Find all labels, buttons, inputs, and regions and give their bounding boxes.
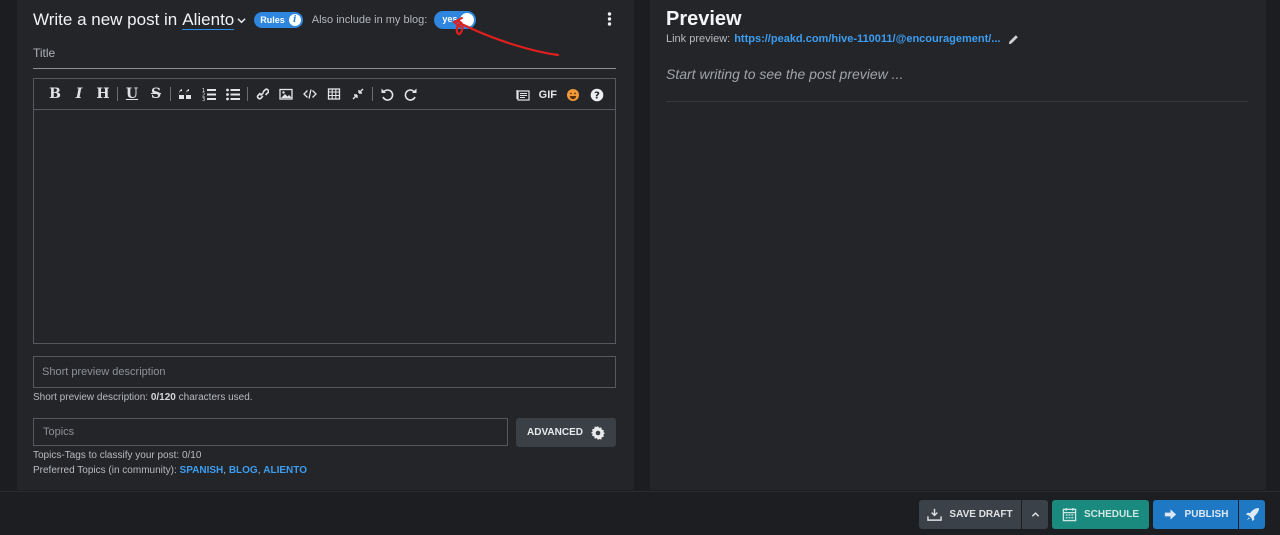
link-preview: Link preview: https://peakd.com/hive-110…	[666, 33, 1019, 45]
toolbar-divider	[372, 87, 373, 101]
short-description-count: 0/120	[150, 392, 176, 403]
preferred-topics: Preferred Topics (in community): SPANISH…	[33, 465, 307, 476]
link-preview-label: Link preview:	[666, 33, 731, 45]
preview-panel: Preview Link preview: https://peakd.com/…	[650, 0, 1266, 490]
fullscreen-icon[interactable]	[346, 84, 370, 104]
preview-placeholder: Start writing to see the post preview ..…	[666, 66, 904, 82]
more-options-icon[interactable]	[607, 12, 612, 26]
rocket-icon	[1245, 507, 1259, 522]
quote-icon[interactable]	[173, 84, 197, 104]
topics-help: Topics-Tags to classify your post: 0/10	[33, 450, 202, 461]
editor-header-title: Write a new post in	[33, 10, 178, 29]
advanced-button[interactable]: ADVANCED	[516, 418, 616, 447]
rules-label: Rules	[260, 15, 285, 25]
preferred-topics-label: Preferred Topics (in community):	[33, 465, 177, 476]
preview-divider	[666, 101, 1248, 102]
chevron-down-icon[interactable]	[237, 16, 246, 25]
heading-icon[interactable]: H	[91, 84, 115, 104]
snippets-icon[interactable]	[511, 85, 535, 105]
toolbar-divider	[117, 87, 118, 101]
advanced-label: ADVANCED	[527, 427, 583, 438]
short-description-help: Short preview description: 0/120 charact…	[33, 392, 253, 403]
rules-button[interactable]: Rules i	[254, 12, 303, 28]
preferred-topic-link[interactable]: ALIENTO	[263, 465, 307, 476]
publish-button[interactable]: PUBLISH	[1153, 500, 1238, 529]
short-description-help-prefix: Short preview description:	[33, 392, 149, 403]
arrow-right-icon	[1164, 509, 1176, 520]
chevron-up-icon	[1031, 512, 1039, 517]
svg-text:?: ?	[594, 90, 600, 101]
short-description-help-suffix: characters used.	[178, 392, 253, 403]
calendar-icon	[1062, 507, 1077, 522]
action-bar: SAVE DRAFT SCHEDULE PUBLISH	[0, 491, 1280, 535]
table-icon[interactable]	[322, 84, 346, 104]
strikethrough-icon[interactable]: S	[144, 84, 168, 104]
toolbar-divider	[247, 87, 248, 101]
pencil-icon[interactable]	[1008, 34, 1019, 45]
short-description-input[interactable]: Short preview description	[33, 356, 616, 388]
code-icon[interactable]	[298, 84, 322, 104]
editor-toolbar: B I H U S 123 GIF ?	[34, 79, 615, 110]
save-draft-button[interactable]: SAVE DRAFT	[919, 500, 1021, 529]
gif-button[interactable]: GIF	[535, 89, 561, 101]
also-include-label: Also include in my blog:	[311, 14, 428, 26]
publish-options-button[interactable]	[1239, 500, 1265, 529]
undo-icon[interactable]	[375, 84, 399, 104]
svg-text:3: 3	[202, 97, 205, 101]
link-icon[interactable]	[250, 84, 274, 104]
annotation-arrow-icon	[452, 17, 560, 57]
publish-label: PUBLISH	[1184, 509, 1229, 520]
title-input[interactable]: Title	[33, 46, 55, 60]
title-underline	[33, 68, 616, 69]
bullet-list-icon[interactable]	[221, 84, 245, 104]
schedule-button[interactable]: SCHEDULE	[1052, 500, 1149, 529]
ordered-list-icon[interactable]: 123	[197, 84, 221, 104]
save-draft-label: SAVE DRAFT	[949, 509, 1013, 520]
underline-icon[interactable]: U	[120, 84, 144, 104]
bold-icon[interactable]: B	[43, 84, 67, 104]
help-icon[interactable]: ?	[585, 85, 609, 105]
preferred-topic-link[interactable]: BLOG	[229, 465, 258, 476]
preferred-topic-link[interactable]: SPANISH	[180, 465, 224, 476]
community-selector[interactable]: Aliento	[182, 10, 235, 30]
topics-input[interactable]: Topics	[33, 418, 508, 446]
link-preview-url[interactable]: https://peakd.com/hive-110011/@encourage…	[734, 33, 1000, 45]
schedule-label: SCHEDULE	[1083, 509, 1139, 520]
image-icon[interactable]	[274, 84, 298, 104]
italic-icon[interactable]: I	[67, 84, 91, 104]
preview-title: Preview	[666, 8, 742, 30]
editor-header: Write a new post in Aliento Rules i Also…	[33, 8, 477, 32]
emoji-icon[interactable]	[561, 85, 585, 105]
toolbar-right: GIF ?	[511, 79, 609, 110]
redo-icon[interactable]	[399, 84, 423, 104]
info-icon: i	[288, 14, 301, 26]
toolbar-divider	[170, 87, 171, 101]
gear-icon	[590, 425, 605, 440]
save-options-button[interactable]	[1022, 500, 1048, 529]
markdown-editor[interactable]: B I H U S 123 GIF ?	[33, 78, 616, 344]
download-tray-icon	[927, 508, 943, 521]
editor-panel: Write a new post in Aliento Rules i Also…	[17, 0, 634, 490]
